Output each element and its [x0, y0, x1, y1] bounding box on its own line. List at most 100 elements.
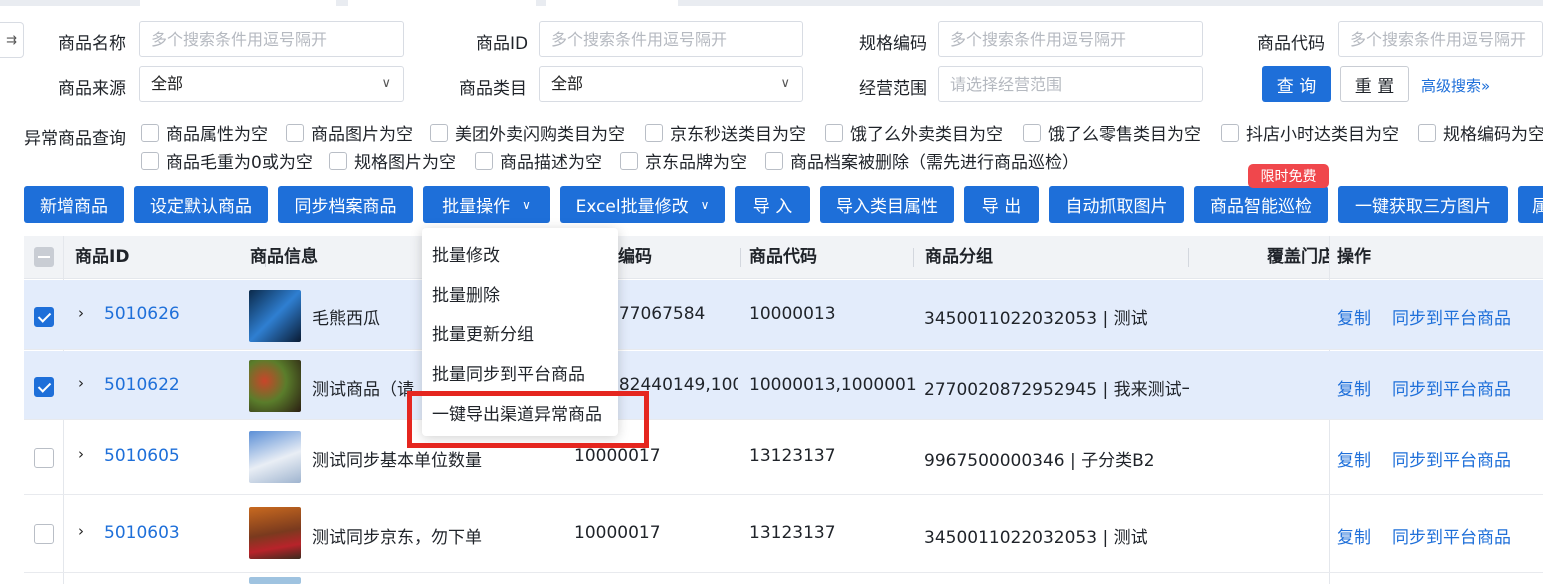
checkbox[interactable] — [620, 151, 638, 170]
expand-icon[interactable]: › — [78, 522, 84, 540]
reset-button[interactable]: 重 置 — [1340, 66, 1409, 102]
table-header: 商品ID 商品信息 编码 商品代码 商品分组 覆盖门店 操作 — [24, 236, 1543, 279]
product-code-input[interactable] — [1338, 21, 1543, 57]
export-button[interactable]: 导 出 — [964, 186, 1039, 223]
checkbox[interactable] — [1221, 123, 1239, 142]
checkbox[interactable] — [825, 123, 843, 142]
checkbox[interactable] — [1418, 123, 1436, 142]
expand-icon[interactable]: › — [78, 304, 84, 322]
product-name: 毛熊西瓜 — [312, 309, 380, 329]
product-id-link[interactable]: 5010622 — [104, 375, 180, 395]
product-code-label: 商品代码 — [1257, 34, 1325, 54]
checkbox[interactable] — [430, 123, 448, 142]
set-default-button[interactable]: 设定默认商品 — [134, 186, 268, 223]
import-button[interactable]: 导 入 — [735, 186, 810, 223]
abnormal-option[interactable]: 美团外卖闪购类目为空 — [430, 120, 625, 145]
abnormal-option[interactable]: 京东品牌为空 — [620, 148, 747, 173]
tab[interactable] — [546, 0, 678, 6]
sync-to-platform-link[interactable]: 同步到平台商品 — [1392, 523, 1511, 548]
checkbox[interactable] — [765, 151, 783, 170]
product-id-link[interactable]: 5010605 — [104, 446, 180, 466]
menu-item-batch-delete[interactable]: 批量删除 — [432, 281, 500, 306]
highlight-annotation — [407, 391, 649, 448]
advanced-search-link[interactable]: 高级搜索» — [1421, 75, 1490, 96]
product-id-link[interactable]: 5010626 — [104, 304, 180, 324]
abnormal-option[interactable]: 京东秒送类目为空 — [645, 120, 806, 145]
checkbox[interactable] — [645, 123, 663, 142]
menu-item-batch-sync-platform[interactable]: 批量同步到平台商品 — [432, 360, 585, 385]
menu-item-batch-edit[interactable]: 批量修改 — [432, 241, 500, 266]
sync-to-platform-link[interactable]: 同步到平台商品 — [1392, 304, 1511, 329]
checkbox[interactable] — [475, 151, 493, 170]
abnormal-option[interactable]: 商品毛重为0或为空 — [141, 148, 313, 173]
product-group: 9967500000346 | 子分类B2 — [924, 451, 1155, 471]
checkbox[interactable] — [141, 123, 159, 142]
row-checkbox[interactable] — [34, 307, 54, 327]
product-id-input[interactable] — [539, 21, 803, 57]
select-all-checkbox[interactable] — [34, 247, 54, 267]
row-checkbox[interactable] — [34, 448, 54, 468]
sync-archive-button[interactable]: 同步档案商品 — [278, 186, 413, 223]
checkbox[interactable] — [141, 151, 159, 170]
row-checkbox[interactable] — [34, 377, 54, 397]
spec-code-input[interactable] — [938, 21, 1203, 57]
table-row[interactable]: › 5010605 测试同步基本单位数量 10000017 13123137 9… — [24, 421, 1543, 495]
abnormal-option[interactable]: 饿了么零售类目为空 — [1023, 120, 1201, 145]
product-name-input[interactable] — [139, 21, 404, 57]
code: 10000017 — [574, 446, 661, 466]
chevron-down-icon: ∨ — [780, 76, 790, 91]
abnormal-option[interactable]: 商品档案被删除（需先进行商品巡检） — [765, 148, 1079, 173]
abnormal-option[interactable]: 饿了么外卖类目为空 — [825, 120, 1003, 145]
column-divider — [913, 248, 914, 267]
product-source-select[interactable]: 全部 ∨ — [139, 66, 404, 102]
checkbox[interactable] — [329, 151, 347, 170]
tab[interactable] — [348, 0, 536, 6]
abnormal-option[interactable]: 规格图片为空 — [329, 148, 456, 173]
add-product-button[interactable]: 新增商品 — [24, 186, 124, 223]
table-row[interactable]: › 5010603 测试同步京东，勿下单 10000017 13123137 3… — [24, 496, 1543, 573]
product-category-select[interactable]: 全部 ∨ — [539, 66, 803, 102]
copy-link[interactable]: 复制 — [1337, 446, 1371, 471]
abnormal-option[interactable]: 商品描述为空 — [475, 148, 602, 173]
product-thumbnail — [249, 507, 301, 559]
row-checkbox[interactable] — [34, 524, 54, 544]
menu-item-batch-update-group[interactable]: 批量更新分组 — [432, 320, 534, 345]
expand-icon[interactable]: › — [78, 374, 84, 392]
code: 477067584 — [608, 304, 706, 324]
copy-link[interactable]: 复制 — [1337, 304, 1371, 329]
fetch-third-party-images-button[interactable]: 一键获取三方图片 — [1338, 186, 1508, 223]
copy-link[interactable]: 复制 — [1337, 523, 1371, 548]
product-category-label: 商品类目 — [459, 79, 527, 99]
checkbox[interactable] — [286, 123, 304, 142]
abnormal-option[interactable]: 抖店小时达类目为空 — [1221, 120, 1399, 145]
table-row[interactable] — [24, 574, 1543, 584]
excel-batch-button[interactable]: Excel批量修改 ∨ — [560, 186, 725, 223]
product-source-label: 商品来源 — [58, 79, 126, 99]
abnormal-option[interactable]: 商品属性为空 — [141, 120, 268, 145]
product-code: 10000013 — [749, 304, 836, 324]
batch-operations-button[interactable]: 批量操作 ∨ — [423, 186, 550, 223]
query-button[interactable]: 查 询 — [1262, 66, 1331, 102]
abnormal-option[interactable]: 规格编码为空 — [1418, 120, 1543, 145]
abnormal-option[interactable]: 商品图片为空 — [286, 120, 413, 145]
col-product-group: 商品分组 — [925, 247, 993, 267]
option-label: 京东秒送类目为空 — [670, 125, 806, 145]
sync-to-platform-link[interactable]: 同步到平台商品 — [1392, 375, 1511, 400]
copy-link[interactable]: 复制 — [1337, 375, 1371, 400]
more-button[interactable]: 属 — [1518, 186, 1543, 223]
collapse-sidebar-icon[interactable]: ⇉ — [0, 22, 24, 58]
option-label: 商品属性为空 — [166, 125, 268, 145]
business-scope-select[interactable] — [938, 66, 1203, 102]
smart-patrol-button[interactable]: 商品智能巡检 — [1194, 186, 1328, 223]
code: 10000017 — [574, 523, 661, 543]
tab[interactable] — [140, 0, 336, 6]
auto-fetch-images-button[interactable]: 自动抓取图片 — [1049, 186, 1184, 223]
batch-label: 批量操作 — [442, 197, 511, 217]
table-row[interactable]: › 5010622 测试商品（请 782440149,1000 10000013… — [24, 351, 1543, 420]
import-category-button[interactable]: 导入类目属性 — [820, 186, 954, 223]
expand-icon[interactable]: › — [78, 445, 84, 463]
sync-to-platform-link[interactable]: 同步到平台商品 — [1392, 446, 1511, 471]
product-id-link[interactable]: 5010603 — [104, 523, 180, 543]
checkbox[interactable] — [1023, 123, 1041, 142]
table-row[interactable]: › 5010626 毛熊西瓜 477067584 10000013 345001… — [24, 280, 1543, 350]
